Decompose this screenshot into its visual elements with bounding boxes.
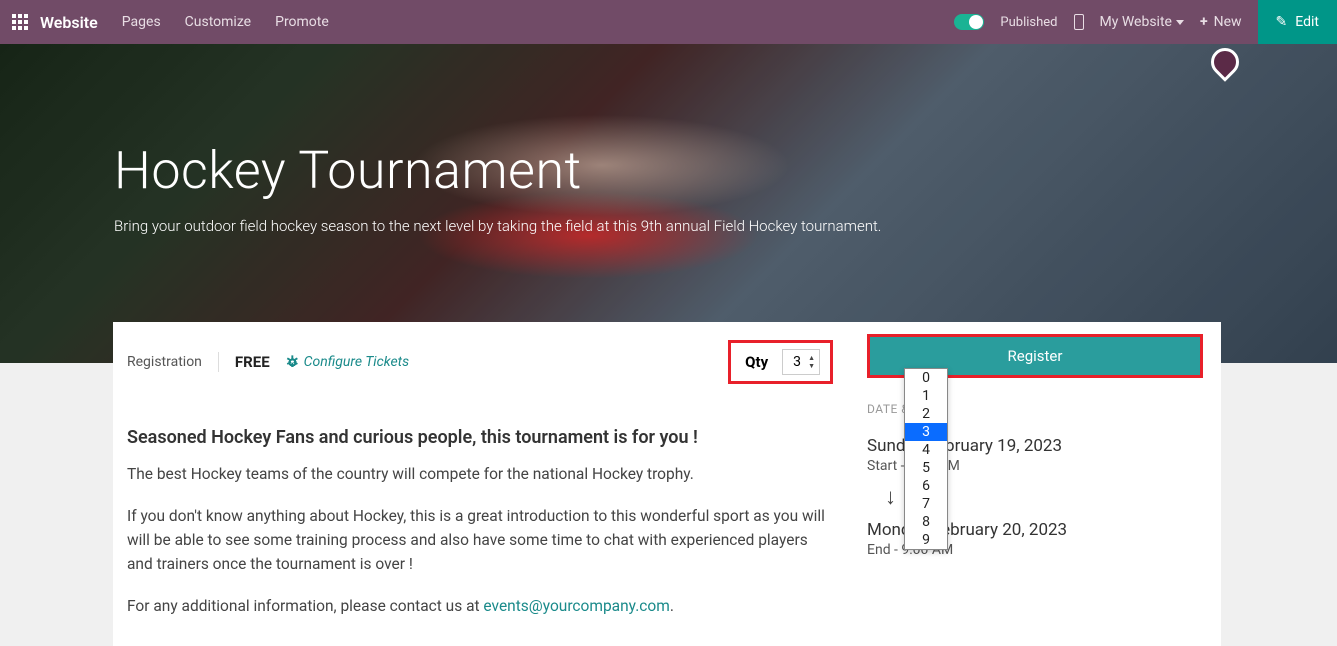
qty-option-9[interactable]: 9 — [905, 531, 947, 549]
qty-option-8[interactable]: 8 — [905, 513, 947, 531]
body-p3-post: . — [670, 597, 674, 615]
qty-label: Qty — [745, 353, 768, 371]
hero-banner: Hockey Tournament Bring your outdoor fie… — [0, 44, 1337, 363]
qty-option-3[interactable]: 3 — [905, 423, 947, 441]
edit-button[interactable]: ✎ Edit — [1258, 0, 1337, 44]
qty-option-4[interactable]: 4 — [905, 441, 947, 459]
brand-label[interactable]: Website — [40, 13, 98, 32]
registration-label: Registration — [127, 354, 202, 370]
qty-option-6[interactable]: 6 — [905, 477, 947, 495]
edit-label: Edit — [1295, 14, 1319, 30]
new-button[interactable]: + New — [1200, 14, 1242, 30]
event-body: Seasoned Hockey Fans and curious people,… — [127, 424, 833, 618]
my-website-dropdown[interactable]: My Website — [1100, 14, 1184, 30]
price-label: FREE — [235, 353, 270, 371]
qty-option-2[interactable]: 2 — [905, 405, 947, 423]
qty-option-5[interactable]: 5 — [905, 459, 947, 477]
nav-promote[interactable]: Promote — [275, 14, 329, 30]
nav-customize[interactable]: Customize — [185, 14, 251, 30]
event-content: Registration FREE Configure Tickets Qty … — [113, 322, 1221, 646]
event-title: Hockey Tournament — [114, 140, 881, 201]
qty-option-7[interactable]: 7 — [905, 495, 947, 513]
qty-value: 3 — [793, 354, 801, 370]
nav-links: Pages Customize Promote — [122, 14, 329, 30]
mobile-preview-icon[interactable] — [1074, 14, 1084, 30]
body-p1: The best Hockey teams of the country wil… — [127, 462, 833, 486]
topbar-right: Published My Website + New ✎ Edit — [954, 0, 1325, 44]
pencil-icon: ✎ — [1276, 14, 1288, 30]
nav-pages[interactable]: Pages — [122, 14, 161, 30]
apps-icon[interactable] — [12, 14, 28, 30]
body-p3: For any additional information, please c… — [127, 594, 833, 618]
top-navbar: Website Pages Customize Promote Publishe… — [0, 0, 1337, 44]
qty-select[interactable]: 3 ▲▼ — [782, 349, 820, 375]
qty-option-1[interactable]: 1 — [905, 387, 947, 405]
published-toggle[interactable] — [954, 14, 984, 30]
separator — [218, 352, 219, 372]
plus-icon: + — [1200, 14, 1208, 30]
caret-down-icon — [1176, 20, 1184, 25]
qty-option-0[interactable]: 0 — [905, 369, 947, 387]
configure-label: Configure Tickets — [304, 354, 409, 370]
event-subtitle: Bring your outdoor field hockey season t… — [114, 217, 881, 235]
contact-email-link[interactable]: events@yourcompany.com — [483, 597, 669, 615]
body-p3-pre: For any additional information, please c… — [127, 597, 483, 615]
gear-icon — [286, 356, 299, 369]
stepper-arrows-icon: ▲▼ — [808, 354, 815, 370]
my-website-label: My Website — [1100, 14, 1172, 30]
main-column: Registration FREE Configure Tickets Qty … — [113, 322, 853, 646]
new-label: New — [1214, 14, 1242, 30]
body-p2: If you don't know anything about Hockey,… — [127, 504, 833, 576]
qty-block: Qty 3 ▲▼ — [728, 340, 833, 384]
qty-dropdown: 0 1 2 3 4 5 6 7 8 9 — [904, 368, 948, 550]
registration-row: Registration FREE Configure Tickets Qty … — [127, 340, 833, 384]
configure-tickets-link[interactable]: Configure Tickets — [286, 354, 409, 370]
published-label: Published — [1000, 15, 1057, 30]
body-heading: Seasoned Hockey Fans and curious people,… — [127, 424, 833, 452]
